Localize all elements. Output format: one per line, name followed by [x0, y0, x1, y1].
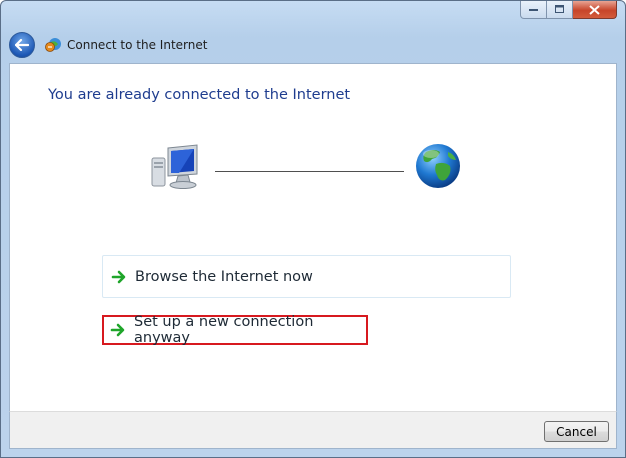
minimize-icon: [528, 8, 538, 11]
minimize-button[interactable]: [520, 1, 547, 19]
window-title: Connect to the Internet: [67, 38, 208, 52]
dialog-window: Connect to the Internet You are already …: [0, 0, 626, 458]
content-panel: You are already connected to the Interne…: [9, 63, 617, 411]
connection-line: [215, 171, 404, 172]
globe-icon: [416, 144, 460, 188]
computer-icon: [151, 144, 198, 189]
dialog-footer: Cancel: [9, 411, 617, 449]
green-arrow-icon: [111, 269, 127, 285]
setup-new-connection-label: Set up a new connection anyway: [134, 314, 314, 346]
cancel-button[interactable]: Cancel: [544, 421, 609, 442]
navigation-bar: Connect to the Internet: [9, 31, 207, 59]
page-heading: You are already connected to the Interne…: [48, 87, 351, 103]
close-button[interactable]: [573, 1, 617, 19]
browse-internet-option[interactable]: Browse the Internet now: [102, 255, 511, 298]
back-arrow-icon: [15, 39, 29, 51]
green-arrow-icon: [110, 322, 126, 338]
maximize-icon: [554, 5, 564, 13]
network-connection-icon: [45, 38, 61, 52]
close-icon: [589, 4, 600, 15]
browse-internet-label: Browse the Internet now: [135, 268, 313, 285]
maximize-button[interactable]: [547, 1, 573, 19]
caption-buttons: [520, 1, 617, 19]
setup-new-connection-option[interactable]: Set up a new connection anyway: [102, 314, 368, 346]
back-button[interactable]: [9, 32, 35, 58]
